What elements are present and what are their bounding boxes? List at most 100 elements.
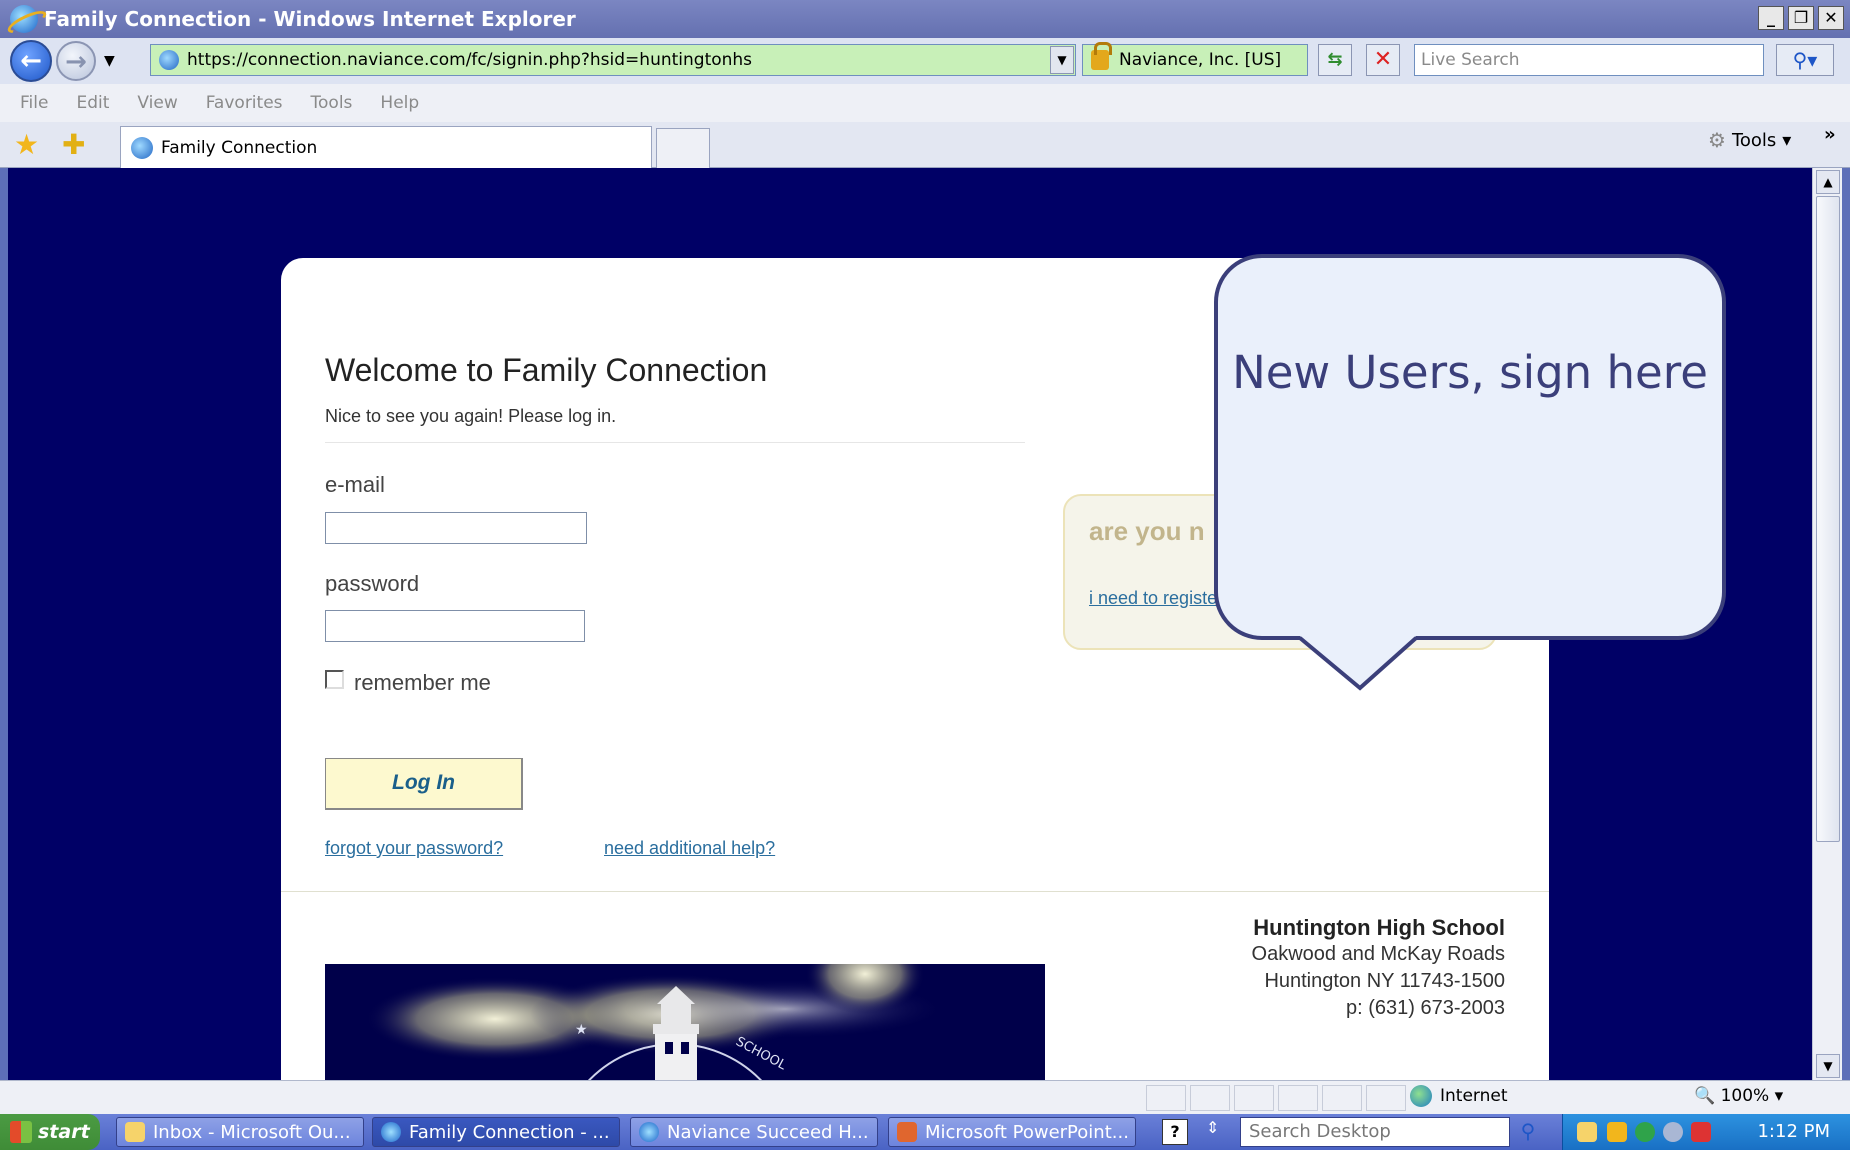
email-label: e-mail [325, 472, 385, 497]
windows-flag-icon [10, 1121, 32, 1143]
status-segment [1146, 1085, 1186, 1111]
title-bar: Family Connection - Windows Internet Exp… [0, 0, 1850, 38]
window-controls: _ ❐ ✕ [1758, 6, 1844, 30]
lighthouse-image: ★ SCHOOL [365, 964, 945, 1080]
page-subtitle: Nice to see you again! Please log in. [325, 406, 617, 426]
security-zone[interactable]: Internet [1410, 1085, 1508, 1107]
password-field[interactable] [325, 610, 585, 642]
need-help-link[interactable]: need additional help? [604, 838, 775, 859]
site-globe-icon [159, 50, 179, 70]
remember-me-checkbox[interactable] [325, 669, 344, 689]
zoom-level[interactable]: 🔍 100% ▾ [1694, 1086, 1783, 1106]
tray-network-icon[interactable] [1663, 1122, 1683, 1142]
forgot-password-link[interactable]: forgot your password? [325, 838, 503, 859]
help-icon[interactable]: ? [1162, 1119, 1188, 1145]
school-address-line2: Huntington NY 11743-1500 [1264, 970, 1505, 992]
tab-label: Family Connection [161, 137, 318, 158]
desktop-search-icon[interactable]: ⚲ [1512, 1117, 1544, 1147]
tools-menu-button[interactable]: ⚙ Tools ▾ [1708, 128, 1791, 152]
menu-view[interactable]: View [137, 93, 177, 113]
school-lighthouse-banner: ★ SCHOOL [325, 964, 1045, 1080]
menu-tools[interactable]: Tools [311, 93, 353, 113]
search-button[interactable]: ⚲▾ [1776, 44, 1834, 76]
security-zone-label: Internet [1440, 1086, 1508, 1106]
tray-alert-icon[interactable] [1691, 1122, 1711, 1142]
desktop-toolbar-icon[interactable]: ⇕ [1206, 1118, 1219, 1137]
menu-help[interactable]: Help [380, 93, 419, 113]
address-field[interactable]: https://connection.naviance.com/fc/signi… [150, 44, 1076, 76]
taskbar-item-label: Inbox - Microsoft Ou... [153, 1121, 351, 1143]
start-label: start [38, 1121, 90, 1143]
tab-family-connection[interactable]: Family Connection [120, 126, 652, 168]
status-segment [1234, 1085, 1274, 1111]
zoom-value: 100% [1720, 1086, 1770, 1106]
scroll-up-button[interactable]: ▲ [1816, 170, 1840, 194]
forward-button[interactable]: → [56, 41, 96, 81]
refresh-button[interactable]: ⇆ [1318, 44, 1352, 76]
start-button[interactable]: start [0, 1114, 100, 1150]
restore-button[interactable]: ❐ [1788, 6, 1814, 30]
menu-file[interactable]: File [20, 93, 48, 113]
ie-window: Family Connection - Windows Internet Exp… [0, 0, 1850, 1150]
clock[interactable]: 1:12 PM [1757, 1121, 1830, 1142]
certificate-owner: Naviance, Inc. [US] [1119, 50, 1282, 70]
outlook-icon [125, 1122, 145, 1142]
stop-button[interactable]: ✕ [1366, 44, 1400, 76]
add-favorite-star-icon[interactable]: ✚ [62, 128, 85, 161]
status-segment [1190, 1085, 1230, 1111]
vertical-scrollbar[interactable]: ▲ ▼ [1812, 168, 1842, 1080]
taskbar-item-naviance[interactable]: Naviance Succeed H... [630, 1117, 878, 1147]
scroll-down-button[interactable]: ▼ [1816, 1054, 1840, 1078]
taskbar-item-powerpoint[interactable]: Microsoft PowerPoint... [888, 1117, 1136, 1147]
school-address: Huntington High School Oakwood and McKay… [1252, 914, 1505, 1022]
tray-update-icon[interactable] [1635, 1122, 1655, 1142]
page-title: Welcome to Family Connection [325, 352, 768, 388]
school-name: Huntington High School [1253, 915, 1505, 940]
desktop-search-input[interactable]: Search Desktop [1240, 1117, 1510, 1147]
taskbar-item-label: Family Connection - ... [409, 1121, 610, 1143]
email-field[interactable] [325, 512, 587, 544]
tab-globe-icon [131, 136, 153, 159]
live-search-input[interactable]: Live Search [1414, 44, 1764, 76]
callout-text: New Users, sign here [1232, 346, 1708, 399]
page-viewport: Welcome to Family Connection Nice to see… [8, 168, 1812, 1080]
close-button[interactable]: ✕ [1818, 6, 1844, 30]
internet-globe-icon [1410, 1085, 1432, 1107]
new-users-callout: New Users, sign here [1214, 254, 1726, 640]
recent-pages-dropdown[interactable]: ▼ [104, 53, 115, 69]
favorites-center-star-icon[interactable]: ★ [14, 128, 39, 161]
window-title: Family Connection - Windows Internet Exp… [44, 7, 576, 31]
status-segment [1322, 1085, 1362, 1111]
tray-shield-icon[interactable] [1607, 1122, 1627, 1142]
scroll-thumb[interactable] [1816, 196, 1840, 842]
taskbar-item-label: Naviance Succeed H... [667, 1121, 869, 1143]
lock-icon [1091, 42, 1112, 70]
chevron-down-icon: ▾ [1774, 1086, 1784, 1106]
menu-favorites[interactable]: Favorites [206, 93, 283, 113]
menu-edit[interactable]: Edit [76, 93, 109, 113]
taskbar-item-outlook[interactable]: Inbox - Microsoft Ou... [116, 1117, 364, 1147]
school-address-line1: Oakwood and McKay Roads [1251, 943, 1505, 965]
powerpoint-icon [897, 1122, 917, 1142]
taskbar-item-family-connection[interactable]: Family Connection - ... [372, 1117, 620, 1147]
status-segment [1278, 1085, 1318, 1111]
minimize-button[interactable]: _ [1758, 6, 1784, 30]
login-button[interactable]: Log In [325, 758, 523, 810]
status-bar: Internet 🔍 100% ▾ [0, 1080, 1850, 1114]
address-dropdown-button[interactable]: ▼ [1050, 46, 1074, 74]
new-tab-button[interactable] [656, 128, 710, 168]
remember-me-label: remember me [354, 670, 491, 695]
zoom-icon: 🔍 [1694, 1086, 1716, 1106]
school-phone: p: (631) 673-2003 [1345, 997, 1505, 1019]
more-tools-chevron-icon[interactable]: » [1824, 124, 1836, 145]
footer-divider [281, 891, 1549, 892]
gear-icon: ⚙ [1708, 128, 1726, 152]
security-report-button[interactable]: Naviance, Inc. [US] [1082, 42, 1308, 76]
callout-pointer [1298, 636, 1418, 691]
chevron-down-icon: ▾ [1782, 129, 1792, 151]
tray-outlook-icon[interactable] [1577, 1122, 1597, 1142]
status-segment [1366, 1085, 1406, 1111]
ie-logo-icon [10, 5, 38, 33]
back-button[interactable]: ← [10, 40, 52, 82]
windows-taskbar: start Inbox - Microsoft Ou... Family Con… [0, 1114, 1850, 1150]
